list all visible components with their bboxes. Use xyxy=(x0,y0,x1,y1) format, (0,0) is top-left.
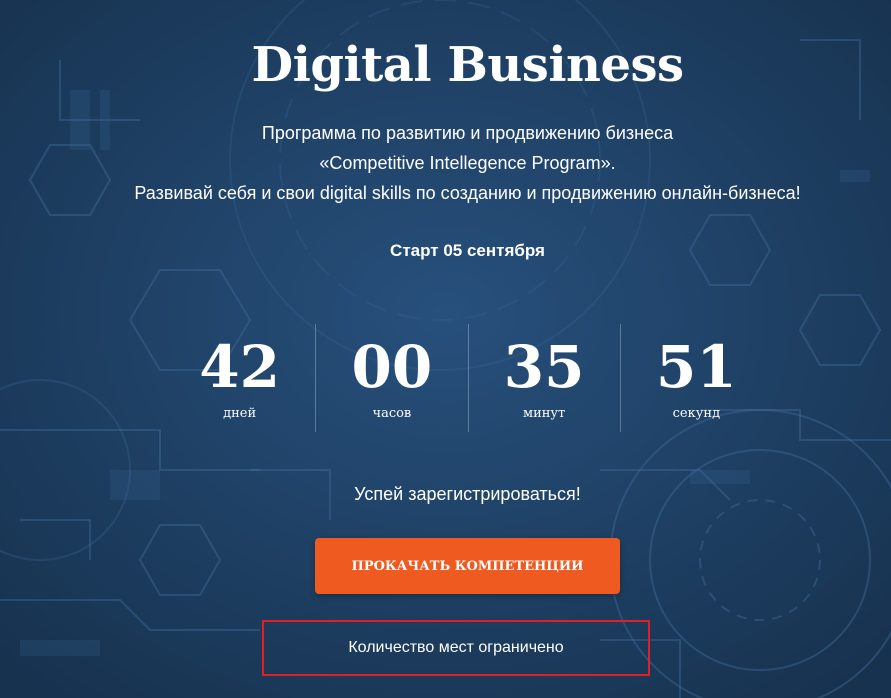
description-line: Программа по развитию и продвижению бизн… xyxy=(261,123,674,143)
hero-section: Digital Business Программа по развитию и… xyxy=(0,0,891,698)
start-date: Старт 05 сентября xyxy=(390,241,545,260)
countdown-unit: дней xyxy=(223,406,257,421)
limited-seats-label: Количество мест ограничено xyxy=(348,639,564,656)
register-button[interactable]: ПРОКАЧАТЬ КОМПЕТЕНЦИИ xyxy=(315,538,620,594)
countdown-unit: секунд xyxy=(672,406,721,421)
countdown-unit: минут xyxy=(522,406,566,421)
countdown-value: 42 xyxy=(199,333,280,401)
countdown-timer: 42 дней 00 часов 35 минут 51 секунд xyxy=(164,324,772,432)
countdown-hours: 00 часов xyxy=(315,324,467,432)
countdown-minutes: 35 минут xyxy=(467,324,620,432)
countdown-value: 00 xyxy=(351,333,433,401)
description-line: Развивай себя и свои digital skills по с… xyxy=(134,183,801,203)
program-description: Программа по развитию и продвижению бизн… xyxy=(0,118,891,208)
description-line: «Competitive Intellegence Program». xyxy=(319,153,616,173)
countdown-days: 42 дней xyxy=(164,324,315,432)
countdown-value: 51 xyxy=(656,333,737,401)
countdown-seconds: 51 секунд xyxy=(619,324,772,432)
countdown-unit: часов xyxy=(372,406,412,421)
register-prompt: Успей зарегистрироваться! xyxy=(354,484,581,504)
countdown-value: 35 xyxy=(503,333,585,401)
page-title: Digital Business xyxy=(251,37,684,93)
limited-seats-note: Количество мест ограничено xyxy=(262,620,650,676)
